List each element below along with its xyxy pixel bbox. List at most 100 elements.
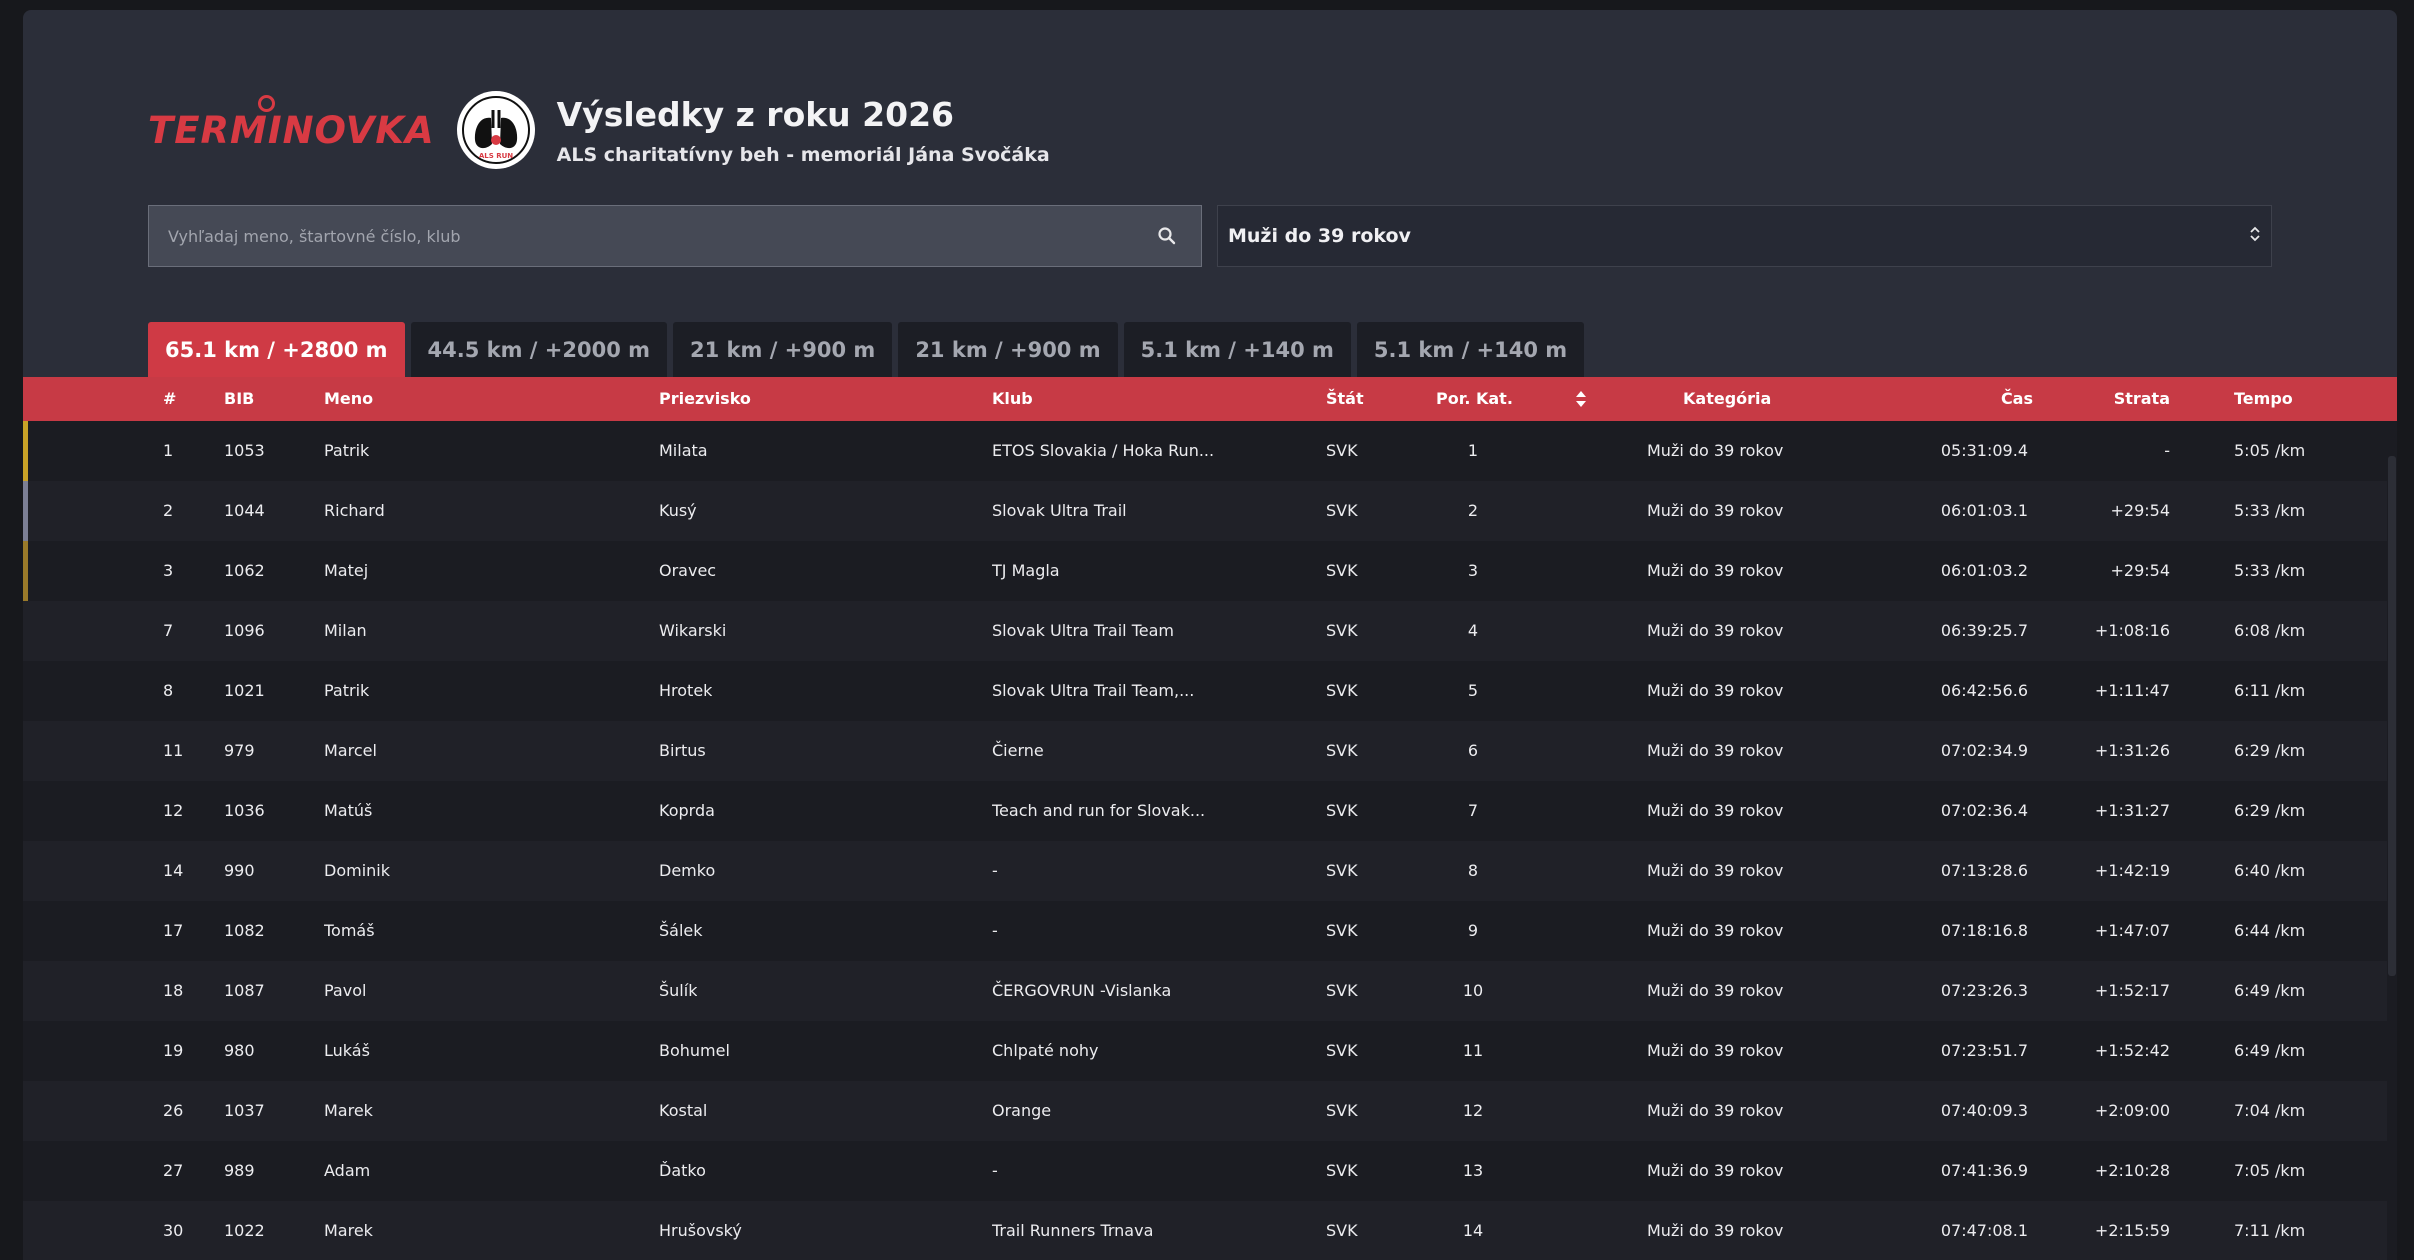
cell-bib: 989 xyxy=(224,1161,255,1180)
table-row[interactable]: 8 1021 Patrik Hrotek Slovak Ultra Trail Team… xyxy=(23,661,2387,721)
table-row[interactable]: 18 1087 Pavol Šulík ČERGOVRUN -Vislanka SVK 10… xyxy=(23,961,2387,1021)
cell-first-name: Marcel xyxy=(324,741,377,760)
cell-category: Muži do 39 rokov xyxy=(1647,1161,1784,1180)
cell-country: SVK xyxy=(1326,681,1358,700)
logo-dot xyxy=(258,94,275,112)
search-icon[interactable] xyxy=(1147,216,1187,256)
table-row[interactable]: 14 990 Dominik Demko - SVK 8 Muži do 39 rokov 07… xyxy=(23,841,2387,901)
cell-category-rank: 14 xyxy=(1462,1221,1484,1240)
header-time[interactable]: Čas xyxy=(1923,377,2033,421)
search-input[interactable] xyxy=(149,225,1147,247)
table-row[interactable]: 1 1053 Patrik Milata ETOS Slovakia / Hoka Ru… xyxy=(23,421,2387,481)
cell-first-name: Matúš xyxy=(324,801,373,820)
table-row[interactable]: 7 1096 Milan Wikarski Slovak Ultra Trail Tea… xyxy=(23,601,2387,661)
cell-gap: +1:42:19 xyxy=(2094,861,2170,880)
cell-bib: 1021 xyxy=(224,681,265,700)
cell-category-rank: 3 xyxy=(1467,561,1479,580)
cell-gap: +1:31:26 xyxy=(2094,741,2170,760)
cell-first-name: Marek xyxy=(324,1221,373,1240)
cell-gap: +1:31:27 xyxy=(2094,801,2170,820)
tab-distance-6[interactable]: 5.1 km / +140 m xyxy=(1356,322,1585,377)
scrollbar-thumb[interactable] xyxy=(2388,456,2396,976)
header-rank[interactable]: # xyxy=(163,377,176,421)
cell-last-name: Šulík xyxy=(659,981,698,1000)
tab-distance-5[interactable]: 5.1 km / +140 m xyxy=(1123,322,1351,377)
header-last-name[interactable]: Priezvisko xyxy=(659,377,751,421)
cell-country: SVK xyxy=(1326,921,1358,940)
cell-gap: +2:09:00 xyxy=(2094,1101,2170,1120)
cell-pace: 5:33 /km xyxy=(2234,561,2306,580)
cell-pace: 6:11 /km xyxy=(2234,681,2306,700)
cell-category: Muži do 39 rokov xyxy=(1647,801,1784,820)
table-row[interactable]: 27 989 Adam Ďatko - SVK 13 Muži do 39 rokov 07:4… xyxy=(23,1141,2387,1201)
table-row[interactable]: 12 1036 Matúš Koprda Teach and run for Slova… xyxy=(23,781,2387,841)
table-row[interactable]: 30 1022 Marek Hrušovský Trail Runners Trnava… xyxy=(23,1201,2387,1260)
cell-category: Muži do 39 rokov xyxy=(1647,1101,1784,1120)
cell-category: Muži do 39 rokov xyxy=(1647,741,1784,760)
cell-time: 07:02:36.4 xyxy=(1940,801,2028,820)
cell-pace: 6:40 /km xyxy=(2234,861,2306,880)
cell-country: SVK xyxy=(1326,441,1358,460)
header-first-name[interactable]: Meno xyxy=(324,377,373,421)
cell-time: 07:23:26.3 xyxy=(1940,981,2028,1000)
cell-last-name: Hrotek xyxy=(659,681,713,700)
cell-pace: 5:33 /km xyxy=(2234,501,2306,520)
table-row[interactable]: 26 1037 Marek Kostal Orange SVK 12 Muži do 39 r… xyxy=(23,1081,2387,1141)
cell-country: SVK xyxy=(1326,981,1358,1000)
cell-first-name: Milan xyxy=(324,621,367,640)
cell-rank: 30 xyxy=(163,1221,184,1240)
tab-distance-4[interactable]: 21 km / +900 m xyxy=(898,322,1118,377)
table-row[interactable]: 17 1082 Tomáš Šálek - SVK 9 Muži do 39 rokov 07:… xyxy=(23,901,2387,961)
header-bib[interactable]: BIB xyxy=(224,377,254,421)
cell-country: SVK xyxy=(1326,501,1358,520)
category-select[interactable]: Muži do 39 rokov xyxy=(1217,205,2272,267)
cell-category-rank: 13 xyxy=(1462,1161,1484,1180)
category-select-value: Muži do 39 rokov xyxy=(1228,225,1411,247)
cell-last-name: Bohumel xyxy=(659,1041,730,1060)
tab-distance-3[interactable]: 21 km / +900 m xyxy=(673,322,893,377)
page-header: TERMINOVKA ALS RUN Výsledky z roku 2026 … xyxy=(148,85,1050,175)
header-category[interactable]: Kategória xyxy=(1683,377,1771,421)
terminovka-logo[interactable]: TERMINOVKA xyxy=(148,94,435,152)
table-scrollbar[interactable] xyxy=(2387,421,2397,1260)
header-club[interactable]: Klub xyxy=(992,377,1033,421)
header-country[interactable]: Štát xyxy=(1326,377,1364,421)
header-gap[interactable]: Strata xyxy=(2053,377,2170,421)
table-header: # BIB Meno Priezvisko Klub Štát Por. Kat… xyxy=(23,377,2397,421)
cell-pace: 7:04 /km xyxy=(2234,1101,2306,1120)
cell-country: SVK xyxy=(1326,1161,1358,1180)
cell-pace: 7:11 /km xyxy=(2234,1221,2306,1240)
header-pace[interactable]: Tempo xyxy=(2234,377,2293,421)
cell-last-name: Koprda xyxy=(659,801,715,820)
cell-pace: 6:08 /km xyxy=(2234,621,2306,640)
cell-country: SVK xyxy=(1326,861,1358,880)
table-row[interactable]: 11 979 Marcel Birtus Čierne SVK 6 Muži do 39 ro… xyxy=(23,721,2387,781)
cell-rank: 11 xyxy=(163,741,184,760)
table-row[interactable]: 3 1062 Matej Oravec TJ Magla SVK 3 Muži do 39 r… xyxy=(23,541,2387,601)
tab-distance-2[interactable]: 44.5 km / +2000 m xyxy=(410,322,667,377)
lungs-icon: ALS RUN xyxy=(461,96,530,164)
cell-category: Muži do 39 rokov xyxy=(1647,921,1784,940)
cell-rank: 26 xyxy=(163,1101,184,1120)
cell-bib: 1096 xyxy=(224,621,265,640)
cell-first-name: Tomáš xyxy=(324,921,375,940)
title-block: Výsledky z roku 2026 ALS charitatívny be… xyxy=(557,95,1050,166)
cell-rank: 12 xyxy=(163,801,184,820)
cell-category-rank: 10 xyxy=(1462,981,1484,1000)
cell-gap: +1:52:17 xyxy=(2094,981,2170,1000)
cell-time: 06:42:56.6 xyxy=(1940,681,2028,700)
table-row[interactable]: 2 1044 Richard Kusý Slovak Ultra Trail SVK 2 Mu… xyxy=(23,481,2387,541)
cell-category: Muži do 39 rokov xyxy=(1647,981,1784,1000)
cell-rank: 1 xyxy=(163,441,174,460)
tab-distance-1[interactable]: 65.1 km / +2800 m xyxy=(148,322,405,377)
cell-bib: 980 xyxy=(224,1041,255,1060)
event-subtitle: ALS charitatívny beh - memoriál Jána Svo… xyxy=(556,143,1050,166)
results-window: TERMINOVKA ALS RUN Výsledky z roku 2026 … xyxy=(23,10,2397,1260)
table-row[interactable]: 19 980 Lukáš Bohumel Chlpaté nohy SVK 11 Muži d… xyxy=(23,1021,2387,1081)
header-category-rank[interactable]: Por. Kat. xyxy=(1436,377,1513,421)
cell-rank: 19 xyxy=(163,1041,184,1060)
cell-time: 06:01:03.2 xyxy=(1940,561,2028,580)
medal-indicator-bronze xyxy=(23,541,28,601)
cell-time: 07:13:28.6 xyxy=(1940,861,2028,880)
sort-icon[interactable] xyxy=(1574,377,1588,421)
